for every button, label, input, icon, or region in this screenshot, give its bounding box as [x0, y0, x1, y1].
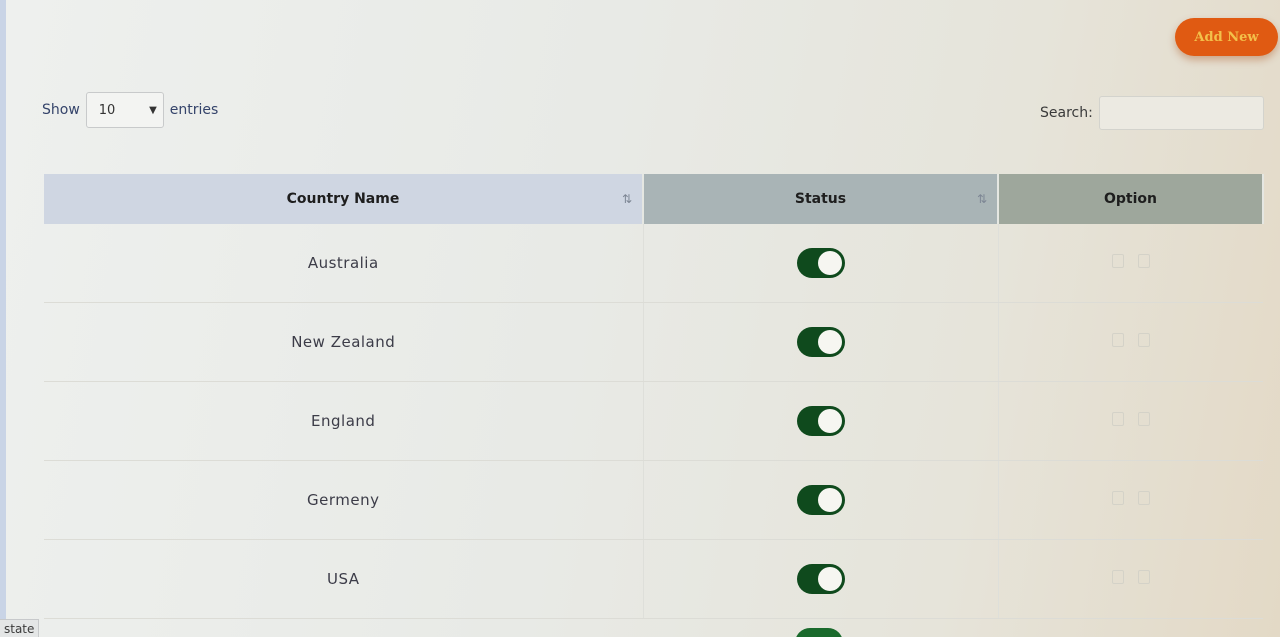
status-toggle[interactable]: [796, 327, 845, 357]
country-cell: New Zealand: [44, 302, 644, 382]
chevron-down-icon: ▼: [149, 104, 157, 116]
delete-icon[interactable]: [1137, 254, 1150, 268]
row-actions: [1111, 254, 1150, 268]
edit-icon[interactable]: [1111, 333, 1124, 347]
entries-length-value: 10: [98, 102, 116, 118]
browser-status-bar: state: [0, 619, 40, 637]
status-toggle[interactable]: [796, 406, 845, 436]
entries-length-control: Show 10 ▼ entries: [42, 92, 218, 128]
left-rail: [0, 0, 6, 637]
countries-table: Country Name ⇅ Status ⇅ Option Australia: [44, 174, 1264, 619]
table-row: England: [44, 381, 1263, 461]
column-header-option: Option: [998, 174, 1264, 224]
column-header-status-label: Status: [794, 191, 847, 207]
toggle-knob: [817, 330, 842, 354]
delete-icon[interactable]: [1137, 570, 1150, 584]
page: Add New Show 10 ▼ entries Search: Countr…: [0, 0, 1280, 637]
status-toggle[interactable]: [796, 248, 845, 278]
column-header-country-label: Country Name: [286, 191, 400, 207]
column-header-option-label: Option: [1104, 191, 1157, 207]
status-cell: [643, 381, 999, 461]
edit-icon[interactable]: [1111, 491, 1124, 505]
status-toggle-partial[interactable]: [795, 628, 843, 637]
option-cell: [998, 381, 1263, 461]
edit-icon[interactable]: [1111, 254, 1124, 268]
table-row: Australia: [44, 224, 1263, 303]
column-header-country[interactable]: Country Name ⇅: [44, 174, 644, 224]
delete-icon[interactable]: [1137, 491, 1150, 505]
delete-icon[interactable]: [1137, 333, 1150, 347]
toggle-knob: [817, 409, 842, 433]
search-input[interactable]: [1098, 96, 1264, 130]
entries-length-select[interactable]: 10 ▼: [85, 92, 164, 128]
table-row: New Zealand: [44, 302, 1263, 382]
toggle-knob: [817, 567, 842, 591]
column-header-status[interactable]: Status ⇅: [643, 174, 999, 224]
row-actions: [1111, 412, 1150, 426]
option-cell: [998, 224, 1263, 303]
delete-icon[interactable]: [1137, 412, 1150, 426]
status-cell: [643, 539, 999, 619]
search-control: Search:: [1040, 96, 1264, 130]
edit-icon[interactable]: [1111, 412, 1124, 426]
entries-label: entries: [169, 102, 219, 118]
status-cell: [643, 302, 999, 382]
row-actions: [1111, 570, 1150, 584]
country-cell: Australia: [44, 224, 644, 303]
table-row: USA: [44, 539, 1263, 619]
table-row: Germeny: [44, 460, 1263, 540]
search-label: Search:: [1040, 105, 1093, 121]
row-actions: [1111, 491, 1150, 505]
country-cell: USA: [44, 539, 644, 619]
status-toggle[interactable]: [796, 485, 845, 515]
sort-arrows-icon[interactable]: ⇅: [622, 192, 632, 206]
option-cell: [998, 539, 1263, 619]
edit-icon[interactable]: [1111, 570, 1124, 584]
toggle-knob: [817, 251, 842, 275]
add-new-button[interactable]: Add New: [1175, 18, 1278, 56]
country-cell: Germeny: [44, 460, 644, 540]
status-cell: [643, 460, 999, 540]
country-cell: England: [44, 381, 644, 461]
option-cell: [998, 302, 1263, 382]
row-actions: [1111, 333, 1150, 347]
table-header-row: Country Name ⇅ Status ⇅ Option: [44, 174, 1264, 224]
sort-arrows-icon[interactable]: ⇅: [977, 192, 987, 206]
show-label: Show: [42, 102, 80, 118]
toggle-knob: [817, 488, 842, 512]
status-toggle[interactable]: [796, 564, 845, 594]
status-cell: [643, 224, 999, 303]
option-cell: [998, 460, 1263, 540]
